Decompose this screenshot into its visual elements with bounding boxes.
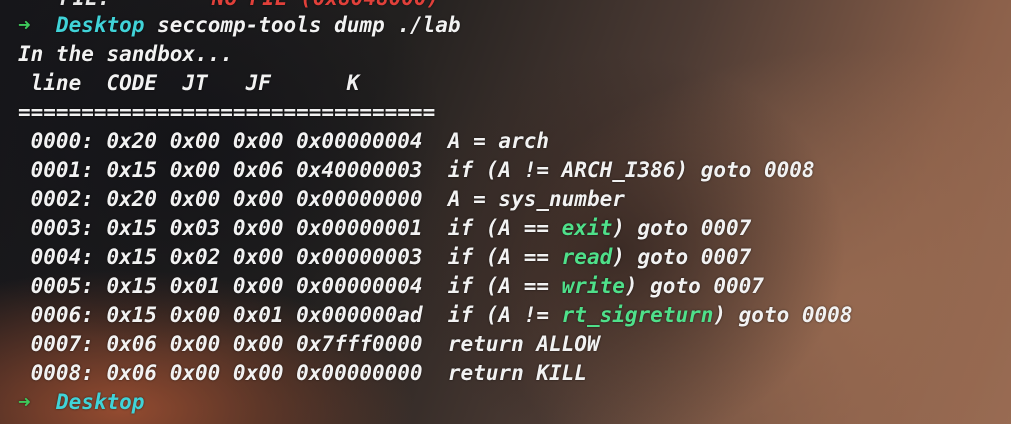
row-text: 0000: 0x20 0x00 0x00 0x00000004 A = arch [18,129,550,153]
bpf-row: 0003: 0x15 0x03 0x00 0x00000001 if (A ==… [18,214,752,243]
partial-label: FIE: [60,0,111,10]
command-prompt-line: ➜ Desktop seccomp-tools dump ./lab [18,11,461,40]
syscall-name: write [561,274,625,298]
table-separator: ================================= [18,100,436,124]
row-text: 0008: 0x06 0x00 0x00 0x00000000 return K… [18,361,587,385]
prompt-command: seccomp-tools dump ./lab [157,13,461,37]
bpf-row: 0008: 0x06 0x00 0x00 0x00000000 return K… [18,359,587,388]
row-suffix: ) goto 0007 [624,274,764,298]
row-text: 0003: 0x15 0x03 0x00 0x00000001 if (A == [18,216,562,240]
bpf-row: 0002: 0x20 0x00 0x00 0x00000000 A = sys_… [18,185,625,214]
bpf-row: 0005: 0x15 0x01 0x00 0x00000004 if (A ==… [18,272,764,301]
row-suffix: ) goto 0007 [612,245,752,269]
row-text: 0007: 0x06 0x00 0x00 0x7fff0000 return A… [18,332,600,356]
row-text: 0006: 0x15 0x00 0x01 0x000000ad if (A != [18,303,562,327]
sandbox-banner: In the sandbox... [18,42,233,66]
row-text: 0002: 0x20 0x00 0x00 0x00000000 A = sys_… [18,187,625,211]
bpf-row: 0000: 0x20 0x00 0x00 0x00000004 A = arch [18,127,549,156]
prompt-arrow-icon: ➜ [18,13,31,37]
row-text: 0005: 0x15 0x01 0x00 0x00000004 if (A == [18,274,562,298]
bpf-row: 0004: 0x15 0x02 0x00 0x00000003 if (A ==… [18,243,752,272]
partial-value: No FIE (0x8048000) [212,0,440,10]
row-suffix: ) goto 0007 [612,216,752,240]
row-text: 0001: 0x15 0x00 0x06 0x40000003 if (A !=… [18,158,815,182]
syscall-name: read [561,245,613,269]
bpf-row: 0006: 0x15 0x00 0x01 0x000000ad if (A !=… [18,301,853,330]
bpf-row: 0007: 0x06 0x00 0x00 0x7fff0000 return A… [18,330,600,359]
terminal-window[interactable]: FIE: No FIE (0x8048000) ➜ Desktop seccom… [0,0,1011,424]
row-text: 0004: 0x15 0x02 0x00 0x00000003 if (A == [18,245,562,269]
final-prompt-line: ➜ Desktop [18,388,144,417]
prompt-arrow-icon: ➜ [18,390,31,414]
syscall-name: rt_sigreturn [561,303,714,327]
syscall-name: exit [561,216,613,240]
prompt-directory: Desktop [55,390,145,414]
bpf-row: 0001: 0x15 0x00 0x06 0x40000003 if (A !=… [18,156,815,185]
prompt-directory: Desktop [55,13,145,37]
row-suffix: ) goto 0008 [713,303,853,327]
table-header: line CODE JT JF K [18,71,360,95]
